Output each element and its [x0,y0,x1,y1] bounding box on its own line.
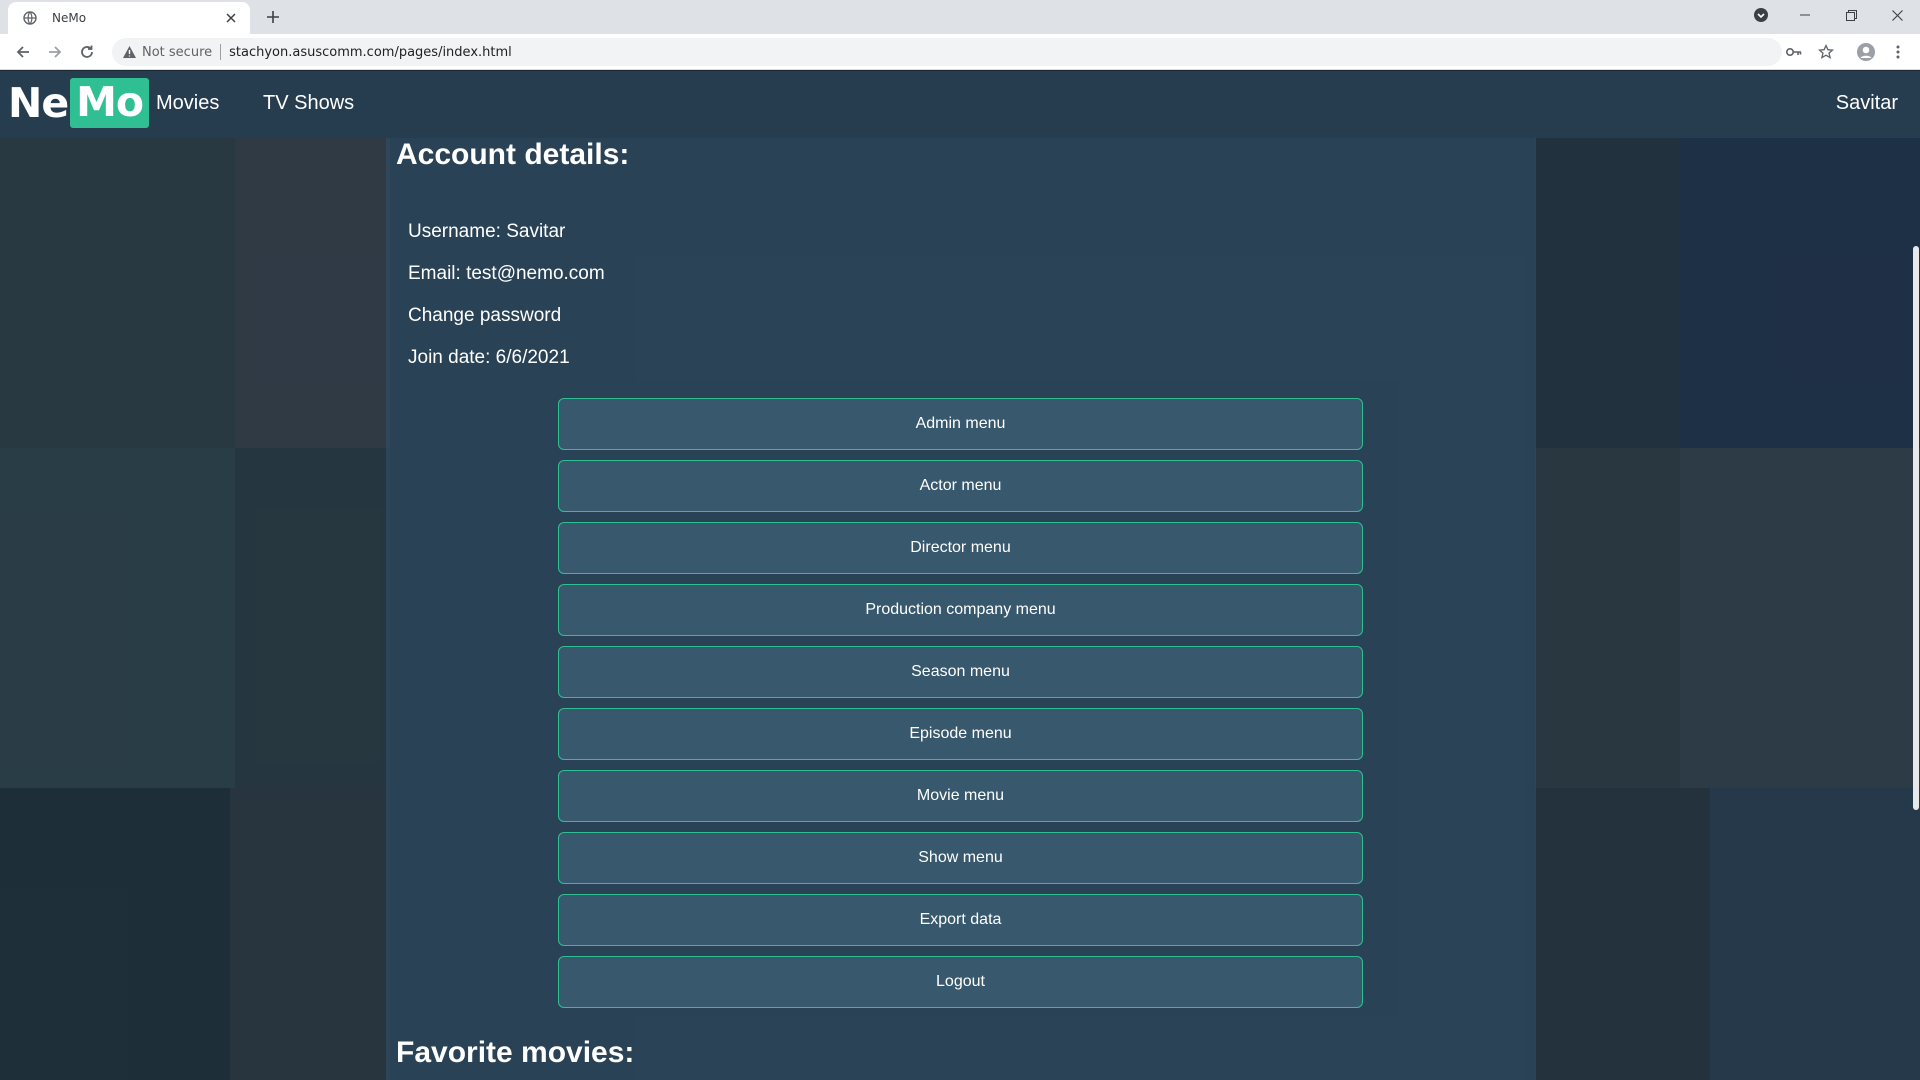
user-menu-name[interactable]: Savitar [1836,92,1898,115]
logo-text-mo: Mo [70,78,150,128]
logo-text-ne: Ne [8,79,69,127]
nav-link-tv-shows[interactable]: TV Shows [263,92,354,115]
globe-icon [22,10,38,26]
director-menu-button[interactable]: Director menu [558,522,1363,574]
profile-avatar-icon[interactable] [1854,40,1878,64]
browser-toolbar: Not secure stachyon.asuscomm.com/pages/i… [0,34,1920,70]
more-vert-icon[interactable] [1886,40,1910,64]
episode-menu-button[interactable]: Episode menu [558,708,1363,760]
close-window-icon[interactable] [1874,0,1920,30]
address-divider [220,44,222,60]
browser-tab[interactable]: NeMo [8,2,250,34]
profile-dropdown-icon[interactable] [1738,0,1784,30]
export-data-button[interactable]: Export data [558,894,1363,946]
security-label[interactable]: Not secure [142,45,212,60]
warning-icon [120,43,138,61]
actor-menu-button[interactable]: Actor menu [558,460,1363,512]
nemo-logo[interactable]: Ne Mo [8,78,150,128]
admin-menu-button[interactable]: Admin menu [558,398,1363,450]
join-date-line: Join date: 6/6/2021 [408,347,570,368]
nav-link-movies[interactable]: Movies [156,92,219,115]
show-menu-button[interactable]: Show menu [558,832,1363,884]
logout-button[interactable]: Logout [558,956,1363,1008]
new-tab-icon[interactable] [262,6,284,28]
minimize-icon[interactable] [1782,0,1828,30]
star-icon[interactable] [1816,42,1836,62]
movie-menu-button[interactable]: Movie menu [558,770,1363,822]
username-line: Username: Savitar [408,221,566,242]
restore-icon[interactable] [1828,0,1874,30]
url-text[interactable]: stachyon.asuscomm.com/pages/index.html [229,45,512,60]
favorite-movies-heading: Favorite movies: [396,1036,635,1069]
page-scrollbar[interactable] [1912,138,1920,1080]
account-details-heading: Account details: [396,138,630,171]
scrollbar-thumb[interactable] [1913,246,1919,810]
forward-icon[interactable] [43,40,67,64]
top-navbar: Ne Mo Movies TV Shows Savitar [0,71,1920,138]
close-tab-icon[interactable] [222,9,240,27]
change-password-link[interactable]: Change password [408,305,561,327]
email-line: Email: test@nemo.com [408,263,605,284]
browser-tabstrip: NeMo [0,0,1920,34]
address-bar[interactable]: Not secure stachyon.asuscomm.com/pages/i… [112,38,1834,66]
key-icon[interactable] [1784,42,1804,62]
tab-title: NeMo [52,11,87,25]
season-menu-button[interactable]: Season menu [558,646,1363,698]
page-viewport: Ne Mo Movies TV Shows Savitar Account de… [0,71,1920,1080]
reload-icon[interactable] [75,40,99,64]
production-company-menu-button[interactable]: Production company menu [558,584,1363,636]
back-icon[interactable] [11,40,35,64]
